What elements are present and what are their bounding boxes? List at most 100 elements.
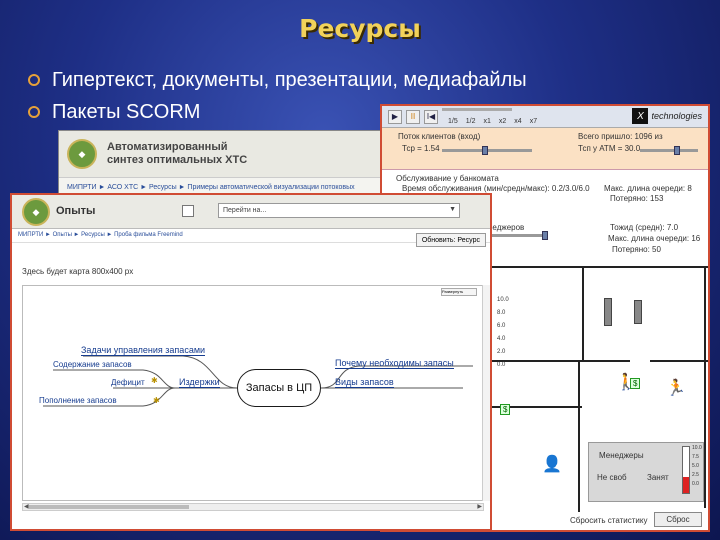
- speed-label: 1/2: [465, 118, 476, 125]
- managers-free: Не своб: [597, 473, 627, 482]
- managers-busy: Занят: [647, 473, 669, 482]
- bank-wall: [650, 360, 708, 362]
- map-vertical-scrollbar[interactable]: [482, 285, 490, 501]
- map-horizontal-scrollbar[interactable]: ◀ ▶: [22, 503, 484, 511]
- scale-value: 0.0: [497, 362, 506, 368]
- atm-post: [604, 298, 612, 326]
- manager-person-icon: 👤: [542, 456, 562, 473]
- brand-x-icon: X: [632, 108, 649, 124]
- scale-value: 2.5: [692, 472, 699, 478]
- opyty-window: ◆ Опыты Перейти на... МИПРТИ ► Опыты ► Р…: [10, 193, 492, 531]
- opyty-header: ◆ Опыты Перейти на...: [12, 195, 490, 229]
- scale-value: 5.0: [692, 463, 699, 469]
- mindmap-frame[interactable]: Развернуть Задачи управления запасами Со…: [22, 285, 484, 501]
- scale-value: 6.0: [497, 323, 506, 329]
- bullet-text: Гипертекст, документы, презентации, меди…: [52, 68, 527, 91]
- mindmap-node-inventory-tasks[interactable]: Задачи управления запасами: [81, 345, 206, 356]
- service-time: Время обслуживания (мин/средн/макс): 0.2…: [402, 184, 590, 193]
- atm-status-tag: $: [500, 404, 511, 415]
- bullet-circle-icon: [28, 74, 40, 86]
- simulation-toolbar: ▶ II I◀ 1/5 1/2 x1 x2 x4 x7 X technologi…: [382, 106, 708, 128]
- scale-value: 8.0: [497, 310, 506, 316]
- bank-wall: [704, 268, 706, 508]
- speed-label: x1: [483, 118, 491, 125]
- brand-logo: X technologies: [632, 108, 702, 124]
- idea-bulb-icon: ✱: [153, 396, 160, 405]
- page-title: Опыты: [56, 205, 96, 217]
- managers-panel: неджеров Тожид (средн): 7.0 Макс. длина …: [482, 220, 708, 260]
- mindmap-node-deficit[interactable]: Дефицит: [111, 378, 145, 387]
- managers-label: неджеров: [488, 223, 525, 232]
- university-logo-icon: ◆: [67, 139, 97, 169]
- mindmap-node-costs[interactable]: Издержки: [179, 377, 220, 388]
- load-meter-fill: [683, 476, 689, 493]
- managers-load-meter: [682, 446, 690, 494]
- scale-value: 10.0: [497, 297, 509, 303]
- map-caption: Здесь будет карта 800x400 px: [22, 267, 134, 276]
- idea-bulb-icon: ✱: [151, 376, 158, 385]
- jump-to-select[interactable]: Перейти на...: [218, 203, 460, 218]
- university-logo-icon: ◆: [22, 198, 50, 226]
- mindmap-central-node[interactable]: Запасы в ЦП: [237, 369, 321, 407]
- flow-label: Поток клиентов (вход): [398, 132, 481, 141]
- bank-wall: [492, 266, 708, 268]
- scroll-right-icon[interactable]: ▶: [477, 503, 482, 510]
- managers-slider-handle[interactable]: [542, 231, 548, 240]
- mindmap-node-why-needed[interactable]: Почему необходимы запасы: [335, 358, 454, 369]
- atm-status-tag: $: [630, 378, 641, 389]
- bullet-item: Гипертекст, документы, презентации, меди…: [28, 64, 527, 96]
- speed-label: x7: [529, 118, 538, 125]
- speed-label: x4: [514, 118, 522, 125]
- atm-slider[interactable]: [640, 149, 698, 152]
- pause-button[interactable]: II: [406, 109, 420, 124]
- atm-time: Тсп у АТМ = 30.0: [578, 144, 641, 153]
- aco-xtc-window: ◆ Автоматизированный синтез оптимальных …: [58, 130, 384, 200]
- speed-label: 1/5: [448, 118, 458, 125]
- update-resource-button[interactable]: Обновить: Ресурс: [415, 233, 486, 247]
- managers-lost: Потеряно: 50: [612, 245, 661, 254]
- scale-value: 7.5: [692, 454, 699, 460]
- bank-wall: [582, 268, 584, 360]
- queue-scale: 10.0 8.0 6.0 4.0 2.0 0.0: [497, 294, 509, 372]
- customer-icon: 🏃: [666, 380, 686, 397]
- scrollbar-thumb[interactable]: [29, 505, 189, 509]
- mindmap-node-holding[interactable]: Содержание запасов: [53, 360, 132, 369]
- flow-slider-handle[interactable]: [482, 146, 488, 155]
- scale-value: 4.0: [497, 336, 506, 342]
- scroll-left-icon[interactable]: ◀: [24, 503, 29, 510]
- managers-title: Менеджеры: [599, 451, 644, 460]
- bullet-circle-icon: [28, 106, 40, 118]
- atm-post: [634, 300, 642, 324]
- flow-tcp: Тср = 1.54: [402, 144, 440, 153]
- managers-slider[interactable]: [484, 234, 544, 237]
- play-button[interactable]: ▶: [388, 109, 402, 124]
- load-meter-scale: 10.0 7.5 5.0 2.5 0.0: [692, 444, 702, 489]
- bank-wall: [578, 362, 580, 512]
- mindmap-node-replenishment[interactable]: Пополнение запасов: [39, 396, 117, 405]
- brand-name: technologies: [651, 111, 702, 121]
- nav-toggle-button[interactable]: [182, 205, 194, 217]
- mindmap-node-types[interactable]: Виды запасов: [335, 377, 394, 388]
- speed-slider[interactable]: [442, 108, 512, 111]
- service-queue-max: Макс. длина очереди: 8: [604, 184, 692, 193]
- reset-button[interactable]: Сброс: [654, 512, 702, 527]
- managers-queue-max: Макс. длина очереди: 16: [608, 234, 701, 243]
- speed-label: x2: [498, 118, 507, 125]
- total-arrived: Всего пришло: 1096 из: [578, 132, 663, 141]
- aco-xtc-header: ◆ Автоматизированный синтез оптимальных …: [59, 131, 383, 177]
- scale-value: 10.0: [692, 445, 702, 451]
- slide-title: Ресурсы: [299, 14, 421, 43]
- service-heading: Обслуживание у банкомата: [396, 174, 499, 183]
- bullet-text: Пакеты SCORM: [52, 100, 201, 123]
- rewind-button[interactable]: I◀: [424, 109, 438, 124]
- scale-value: 2.0: [497, 349, 506, 355]
- speed-labels: 1/5 1/2 x1 x2 x4 x7: [448, 118, 537, 125]
- client-flow-panel: Поток клиентов (вход) Тср = 1.54 Всего п…: [382, 128, 708, 170]
- scale-value: 0.0: [692, 481, 699, 487]
- service-lost: Потеряно: 153: [610, 194, 664, 203]
- bank-wall: [492, 360, 630, 362]
- atm-slider-handle[interactable]: [674, 146, 680, 155]
- reset-stats-label: Сбросить статистику: [570, 516, 648, 525]
- aco-xtc-title: Автоматизированный синтез оптимальных ХТ…: [107, 141, 248, 166]
- managers-wait: Тожид (средн): 7.0: [610, 223, 679, 232]
